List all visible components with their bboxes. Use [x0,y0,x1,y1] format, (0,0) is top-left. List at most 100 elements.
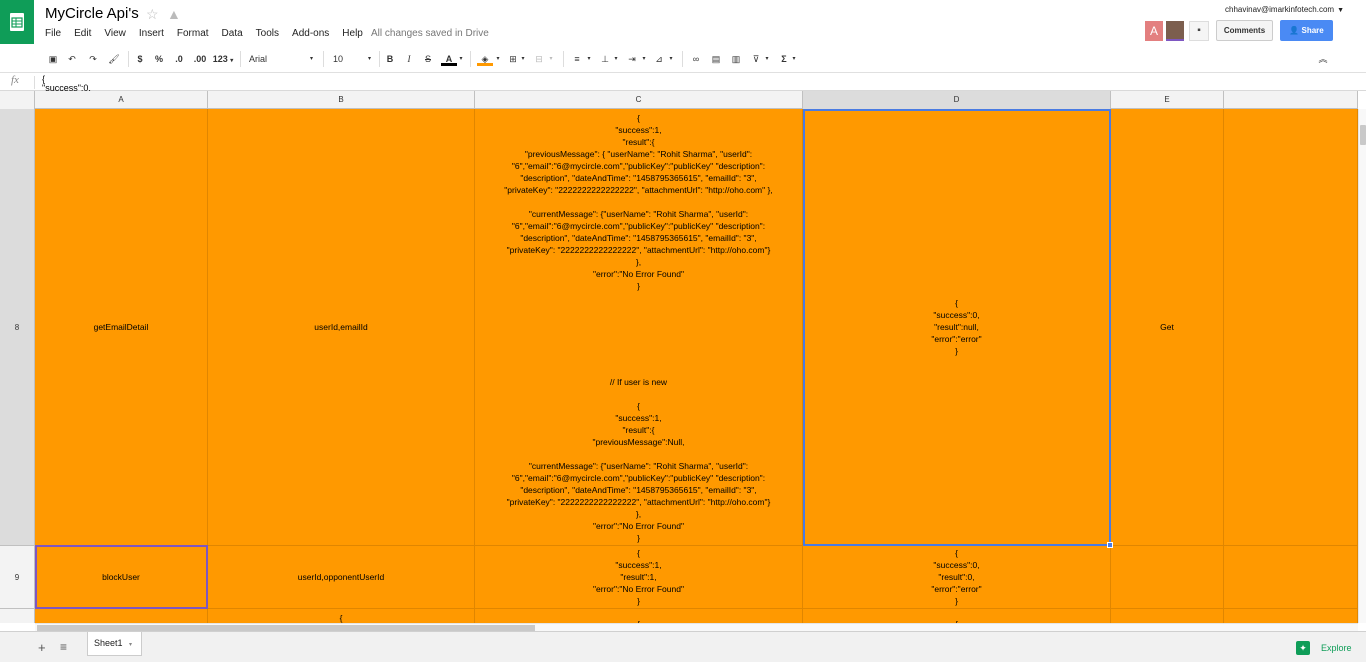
menu-format[interactable]: Format [177,28,215,39]
column-header-f[interactable] [1224,91,1358,109]
column-header-e[interactable]: E [1111,91,1224,109]
save-status[interactable]: All changes saved in Drive [371,28,489,39]
cell-a9[interactable]: blockUser [35,546,208,609]
column-header-c[interactable]: C [475,91,803,109]
chat-icon[interactable]: ▪ [1189,21,1209,41]
bold-button[interactable]: B [385,52,395,66]
decrease-decimal-button[interactable]: .0 [172,52,186,66]
vertical-scrollbar[interactable] [1358,109,1366,623]
menu-insert[interactable]: Insert [139,28,170,39]
fill-handle[interactable] [1107,542,1113,548]
menu-help[interactable]: Help [342,28,369,39]
menu-data[interactable]: Data [222,28,249,39]
italic-button[interactable]: I [404,52,414,66]
chevron-down-icon[interactable]: ▾ [641,52,647,66]
menu-file[interactable]: File [45,28,67,39]
redo-icon[interactable]: ↷ [86,52,100,66]
text-color-button[interactable]: A [441,52,457,66]
chevron-down-icon[interactable]: ▾ [764,52,770,66]
menu-tools[interactable]: Tools [256,28,285,39]
chevron-down-icon[interactable]: ▾ [548,52,554,66]
formula-bar: fx { "success":0, [0,73,1366,91]
insert-comment-icon[interactable]: ▤ [709,52,723,66]
cell-d10[interactable]: { [803,609,1111,623]
row-header-9[interactable]: 9 [0,546,35,609]
sheets-logo-icon[interactable] [0,0,34,44]
toolbar-divider [682,51,683,67]
chevron-down-icon[interactable]: ▾ [586,52,592,66]
merge-cells-icon[interactable]: ⊟ [531,52,547,66]
explore-button[interactable]: ✦ Explore [1288,636,1364,660]
cell-f10[interactable] [1224,609,1358,623]
insert-link-icon[interactable]: ∞ [689,52,703,66]
increase-decimal-button[interactable]: .00 [192,52,208,66]
user-avatar[interactable] [1166,21,1184,41]
collaborator-avatar[interactable]: A [1145,21,1163,41]
horizontal-scrollbar[interactable] [35,623,1358,631]
vertical-align-icon[interactable]: ⊥ [598,52,612,66]
fill-color-icon[interactable]: ◈ [477,52,493,66]
cell-b10[interactable]: { [208,609,475,623]
row-header-10[interactable] [0,609,35,623]
sheet-tab[interactable]: Sheet1 ▾ [87,632,142,656]
column-header-a[interactable]: A [35,91,208,109]
menu-view[interactable]: View [104,28,132,39]
insert-chart-icon[interactable]: ▥ [729,52,743,66]
share-button[interactable]: 👤 Share [1280,20,1333,41]
chevron-down-icon[interactable]: ▾ [613,52,619,66]
cell-c8[interactable]: { "success":1, "result":{ "previousMessa… [475,109,803,546]
filter-icon[interactable]: ⊽ [749,52,763,66]
functions-button[interactable]: Σ [778,52,790,66]
chevron-down-icon[interactable]: ▾ [791,52,797,66]
menu-addons[interactable]: Add-ons [292,28,335,39]
star-icon[interactable]: ☆ [146,6,159,23]
percent-format-button[interactable]: % [153,52,165,66]
strikethrough-button[interactable]: S [423,52,433,66]
text-rotation-icon[interactable]: ⊿ [652,52,666,66]
user-email[interactable]: chhavinav@imarkinfotech.com ▼ [1225,5,1344,14]
chevron-down-icon[interactable]: ▾ [495,52,501,66]
all-sheets-icon[interactable]: ≡ [60,640,67,654]
borders-icon[interactable]: ⊞ [506,52,520,66]
paint-format-icon[interactable]: 🖌 [107,52,121,66]
cell-e8[interactable]: Get [1111,109,1224,546]
cell-b8[interactable]: userId,emailId [208,109,475,546]
cell-e9[interactable] [1111,546,1224,609]
cell-f9[interactable] [1224,546,1358,609]
toolbar-divider [379,51,380,67]
formula-input[interactable]: { "success":0, [42,75,91,91]
toolbar-divider [128,51,129,67]
cell-a8[interactable]: getEmailDetail [35,109,208,546]
column-header-b[interactable]: B [208,91,475,109]
print-icon[interactable]: ▣ [46,52,60,66]
cell-e10[interactable] [1111,609,1224,623]
chevron-down-icon[interactable]: ▾ [668,52,674,66]
chevron-down-icon[interactable]: ▾ [458,52,464,66]
collapse-menu-icon[interactable]: ︽ [1316,52,1330,66]
menu-edit[interactable]: Edit [74,28,97,39]
cell-c10[interactable]: { [475,609,803,623]
chevron-down-icon[interactable]: ▾ [520,52,526,66]
currency-format-button[interactable]: $ [135,52,145,66]
cell-f8[interactable] [1224,109,1358,546]
cell-d9[interactable]: { "success":0, "result":0, "error":"erro… [803,546,1111,609]
cell-a10[interactable] [35,609,208,623]
comments-button[interactable]: Comments [1216,20,1273,41]
formula-divider [34,76,35,89]
column-header-d[interactable]: D [803,91,1111,109]
font-family-dropdown[interactable]: Arial ▾ [249,52,315,66]
cell-d8[interactable]: { "success":0, "result":null, "error":"e… [803,109,1111,546]
row-header-8[interactable]: 8 [0,109,35,546]
add-sheet-icon[interactable]: + [38,640,46,655]
undo-icon[interactable]: ↶ [65,52,79,66]
horizontal-align-icon[interactable]: ≡ [570,52,584,66]
number-format-dropdown[interactable]: 123 ▾ [212,52,234,66]
move-to-folder-icon[interactable]: ▲ [167,6,181,22]
text-wrapping-icon[interactable]: ⇥ [624,52,640,66]
cell-c9[interactable]: { "success":1, "result":1, "error":"No E… [475,546,803,609]
document-title[interactable]: MyCircle Api's [45,5,139,22]
cell-b9[interactable]: userId,opponentUserId [208,546,475,609]
vertical-scroll-thumb[interactable] [1360,125,1366,145]
select-all-corner[interactable] [0,91,35,109]
font-size-dropdown[interactable]: 10 ▾ [333,52,373,66]
